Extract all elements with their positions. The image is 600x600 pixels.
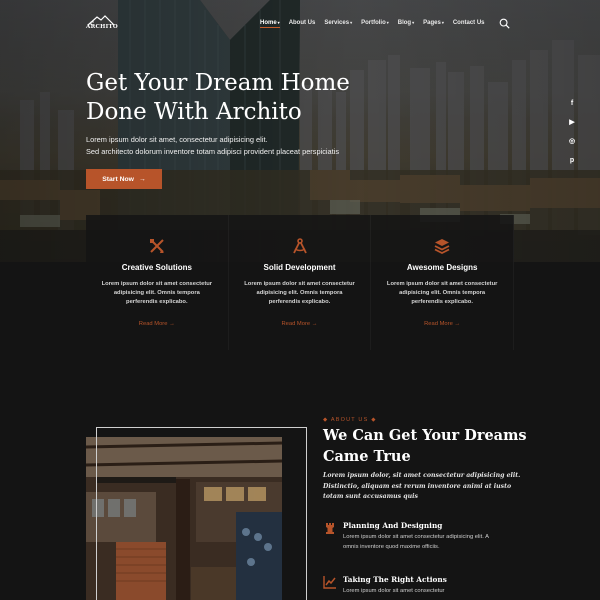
read-more-link[interactable]: Read More →: [86, 321, 228, 327]
nav-label: Pages: [423, 20, 441, 26]
start-now-button[interactable]: Start Now →: [86, 169, 162, 189]
about-title-line: We Can Get Your Dreams: [323, 427, 527, 444]
nav-item-pages[interactable]: Pages▾: [423, 20, 444, 28]
hero-description-line: Lorem ipsum dolor sit amet, consectetur …: [86, 135, 268, 144]
nav-label: About Us: [288, 20, 316, 26]
feature-title: Creative Solutions: [121, 263, 192, 272]
arrow-right-icon: →: [138, 175, 146, 183]
hero-description: Lorem ipsum dolor sit amet, consectetur …: [86, 134, 386, 158]
feature-card: Solid Development Lorem ipsum dolor sit …: [228, 215, 372, 350]
pencil-ruler-icon: [149, 239, 164, 253]
chevron-down-icon: ▾: [386, 20, 389, 25]
logo-text[interactable]: ARCHITO: [86, 24, 118, 30]
chevron-down-icon: ▾: [277, 20, 280, 25]
nav-label: Blog: [397, 20, 412, 26]
nav-item-about[interactable]: About Us: [289, 20, 316, 28]
feature-title: Awesome Designs: [406, 263, 478, 272]
instagram-icon[interactable]: ◎: [569, 137, 575, 147]
photo-frame: [96, 427, 307, 600]
nav-label: Contact Us: [452, 20, 485, 26]
nav-label: Home: [260, 20, 277, 26]
nav-label: Services: [324, 20, 350, 26]
hero-title: Get Your Dream Home Done With Archito: [86, 69, 406, 127]
nav-item-home[interactable]: Home▾: [260, 20, 280, 28]
about-intro: Lorem ipsum dolor, sit amet consectetur …: [323, 472, 521, 500]
feature-card: Creative Solutions Lorem ipsum dolor sit…: [86, 215, 229, 350]
feature-title: Solid Development: [263, 263, 336, 272]
chess-rook-icon: [326, 523, 334, 534]
facebook-icon[interactable]: f: [571, 99, 573, 109]
nav-item-blog[interactable]: Blog▾: [398, 20, 414, 28]
search-icon[interactable]: [499, 18, 510, 29]
chevron-down-icon: ▾: [350, 20, 353, 25]
feature-text: Lorem ipsum dolor sit amet consectetur a…: [101, 281, 213, 305]
nav-item-contact[interactable]: Contact Us: [453, 20, 485, 28]
about-item-text: Lorem ipsum dolor sit amet consectetur: [343, 588, 445, 594]
about-tag: ◆ ABOUT US ◆: [323, 417, 377, 423]
chart-line-icon: [323, 576, 336, 589]
hero-description-line: Sed architecto dolorum inventore totam a…: [86, 147, 340, 156]
about-item-text: Lorem ipsum dolor sit amet consectetur a…: [343, 534, 489, 550]
about-title: We Can Get Your Dreams Came True: [323, 425, 533, 467]
about-tag-label: ABOUT US: [330, 417, 369, 423]
chevron-down-icon: ▾: [412, 20, 415, 25]
about-item-title: Planning And Designing: [343, 521, 443, 530]
read-more-link[interactable]: Read More →: [229, 321, 371, 327]
nav-item-services[interactable]: Services▾: [324, 20, 352, 28]
layers-icon: [434, 239, 450, 255]
read-more-link[interactable]: Read More →: [371, 321, 513, 327]
feature-cards: Creative Solutions Lorem ipsum dolor sit…: [86, 215, 515, 350]
nav-label: Portfolio: [361, 20, 386, 26]
youtube-icon[interactable]: ▶: [569, 118, 574, 128]
social-links: f ▶ ◎ p: [566, 99, 578, 166]
hero-title-line: Get Your Dream Home: [86, 70, 350, 96]
main-nav: Home▾ About Us Services▾ Portfolio▾ Blog…: [260, 20, 494, 28]
about-item-title: Taking The Right Actions: [343, 575, 447, 584]
pinterest-icon[interactable]: p: [570, 156, 574, 166]
feature-text: Lorem ipsum dolor sit amet consectetur a…: [386, 281, 498, 305]
nav-item-portfolio[interactable]: Portfolio▾: [361, 20, 389, 28]
chevron-down-icon: ▾: [441, 20, 444, 25]
hero-title-line: Done With Archito: [86, 99, 302, 125]
start-now-label: Start Now: [102, 175, 134, 183]
about-title-line: Came True: [323, 448, 411, 465]
compass-icon: [292, 238, 307, 254]
feature-card: Awesome Designs Lorem ipsum dolor sit am…: [371, 215, 515, 350]
feature-text: Lorem ipsum dolor sit amet consectetur a…: [244, 281, 355, 305]
